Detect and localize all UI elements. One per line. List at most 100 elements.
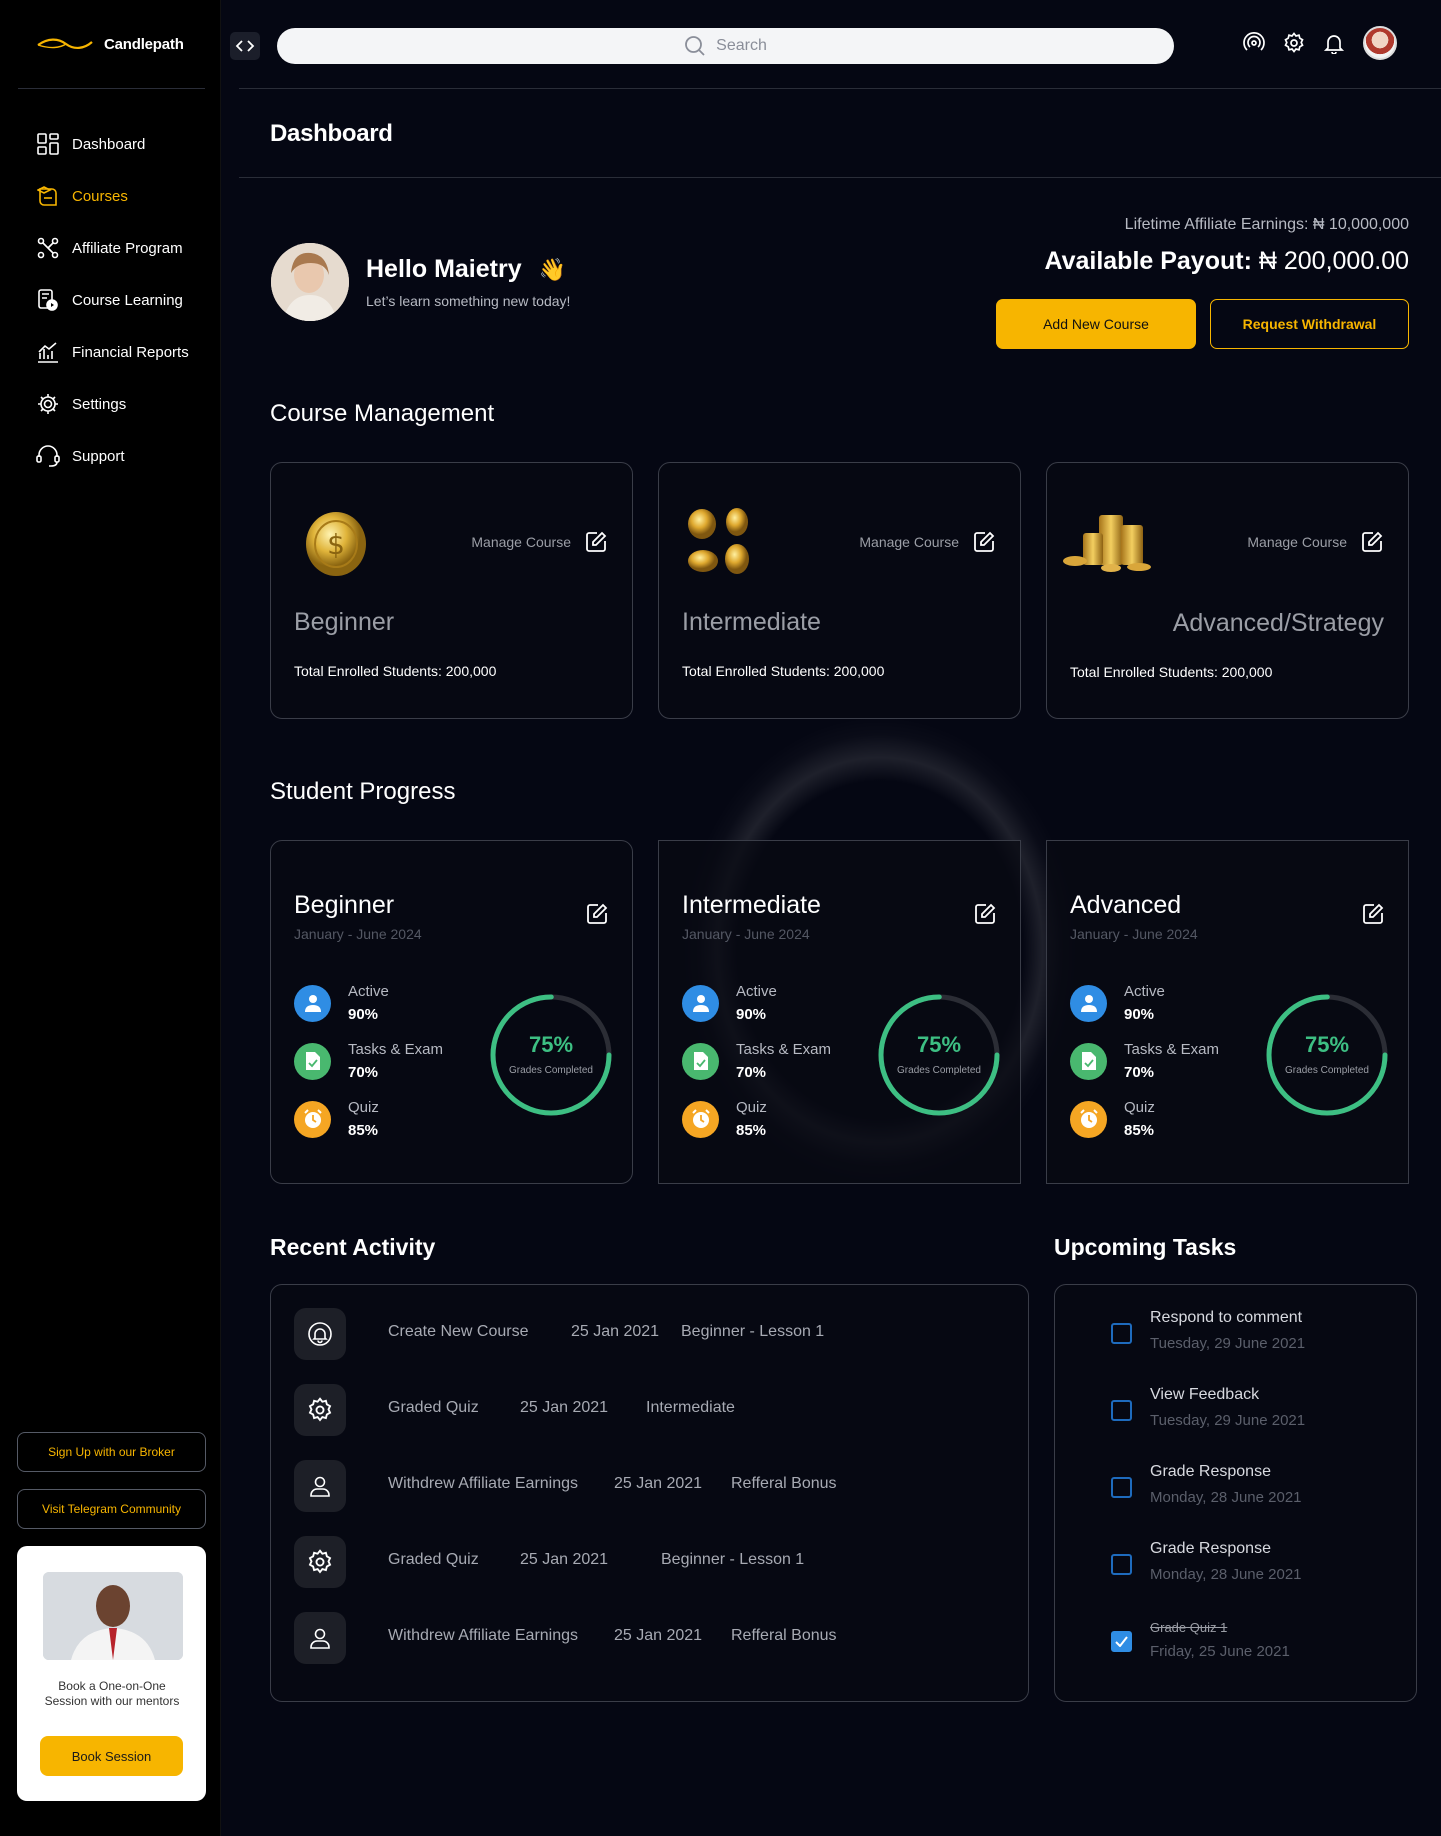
activity-detail: Beginner - Lesson 1: [661, 1551, 805, 1568]
play-doc-icon: [36, 288, 60, 312]
task-name: Grade Quiz 1: [1150, 1620, 1228, 1635]
progress-card-advanced: Advanced January - June 2024 Active 90% Task…: [1046, 840, 1409, 1184]
manage-course-label: Manage Course: [471, 534, 571, 550]
sidebar-item-label: Support: [72, 447, 125, 465]
sidebar-toggle-button[interactable]: [230, 32, 260, 60]
sidebar-item-settings[interactable]: Settings: [36, 378, 206, 430]
sidebar-item-course-learning[interactable]: Course Learning: [36, 274, 206, 326]
manage-course-link[interactable]: Manage Course: [471, 531, 607, 553]
sidebar-item-label: Financial Reports: [72, 343, 189, 361]
stat-value: 90%: [348, 1006, 379, 1023]
task-document-icon: [1070, 1042, 1107, 1080]
stat-value: 70%: [1124, 1064, 1155, 1081]
manage-course-link[interactable]: Manage Course: [1247, 531, 1383, 553]
task-checkbox[interactable]: [1111, 1477, 1132, 1498]
activity-detail: Intermediate: [646, 1399, 735, 1416]
grades-percent: 75%: [528, 1032, 574, 1057]
broker-signup-button[interactable]: Sign Up with our Broker: [17, 1432, 206, 1472]
course-card-intermediate: Manage Course Intermediate Total Enrolle…: [658, 462, 1021, 719]
manage-course-label: Manage Course: [859, 534, 959, 550]
activity-row[interactable]: Create New Course 25 Jan 2021 Beginner - L…: [294, 1308, 1004, 1360]
stat-label: Tasks & Exam: [736, 1041, 832, 1058]
edit-icon[interactable]: [974, 903, 996, 925]
edit-icon[interactable]: [586, 903, 608, 925]
task-name: Respond to comment: [1150, 1309, 1303, 1326]
sidebar-item-financial-reports[interactable]: Financial Reports: [36, 326, 206, 378]
gear-icon: [36, 392, 60, 416]
manage-course-link[interactable]: Manage Course: [859, 531, 995, 553]
task-date: Friday, 25 June 2021: [1150, 1643, 1290, 1660]
task-item: Grade Response Monday, 28 June 2021: [1111, 1463, 1371, 1513]
activity-date: 25 Jan 2021: [520, 1551, 609, 1568]
sidebar-divider: [18, 88, 205, 89]
activity-row[interactable]: Withdrew Affiliate Earnings 25 Jan 2021 Re…: [294, 1612, 1004, 1664]
headset-icon: [36, 444, 60, 468]
stat-label: Quiz: [736, 1099, 767, 1116]
payout-label: Available Payout:: [1044, 247, 1252, 275]
task-checkbox[interactable]: [1111, 1554, 1132, 1575]
task-item: View Feedback Tuesday, 29 June 2021: [1111, 1386, 1371, 1436]
top-divider: [239, 88, 1441, 89]
greeting-subtitle: Let’s learn something new today!: [366, 293, 571, 309]
mentor-text: Book a One-on-One Session with our mento…: [44, 1679, 180, 1708]
sidebar-item-dashboard[interactable]: Dashboard: [36, 118, 206, 170]
add-new-course-button[interactable]: Add New Course: [996, 299, 1196, 349]
telegram-community-button[interactable]: Visit Telegram Community: [17, 1489, 206, 1529]
code-brackets-icon: [235, 40, 255, 52]
course-level: Intermediate: [682, 608, 821, 636]
payout-value: ₦ 200,000.00: [1258, 247, 1409, 275]
task-date: Tuesday, 29 June 2021: [1150, 1412, 1306, 1429]
course-enrolled-students: Total Enrolled Students: 200,000: [682, 663, 885, 679]
stat-label: Active: [348, 983, 389, 1000]
activity-detail: Beginner - Lesson 1: [681, 1323, 825, 1340]
notification-bell-icon[interactable]: [1323, 32, 1345, 54]
activity-row[interactable]: Graded Quiz 25 Jan 2021 Intermediate: [294, 1384, 1004, 1436]
sidebar-item-support[interactable]: Support: [36, 430, 206, 482]
greeting-text: Hello Maietry: [366, 255, 522, 283]
task-checkbox[interactable]: [1111, 1631, 1132, 1652]
sidebar-item-courses[interactable]: Courses: [36, 170, 206, 222]
recent-activity-card: Create New Course 25 Jan 2021 Beginner - L…: [270, 1284, 1029, 1702]
activity-detail: Refferal Bonus: [731, 1627, 837, 1644]
stat-active: Active 90%: [294, 983, 389, 1023]
gear-icon[interactable]: [1283, 32, 1305, 54]
mentor-photo: [43, 1572, 183, 1660]
sidebar-item-affiliate-program[interactable]: Affiliate Program: [36, 222, 206, 274]
stat-value: 70%: [348, 1064, 379, 1081]
edit-icon[interactable]: [1362, 903, 1384, 925]
grades-percent: 75%: [916, 1032, 962, 1057]
gold-coin-stack-icon: [1063, 515, 1151, 572]
upcoming-tasks-card: Respond to comment Tuesday, 29 June 2021 V…: [1054, 1284, 1417, 1702]
progress-card-title: Intermediate: [682, 891, 821, 919]
user-avatar[interactable]: [1363, 26, 1397, 60]
student-progress-title: Student Progress: [270, 778, 456, 805]
request-withdrawal-button[interactable]: Request Withdrawal: [1210, 299, 1409, 349]
chart-icon: [36, 340, 60, 364]
broadcast-icon[interactable]: [1243, 32, 1265, 54]
alarm-clock-icon: [1070, 1100, 1107, 1138]
activity-action: Graded Quiz: [388, 1551, 479, 1568]
activity-row[interactable]: Graded Quiz 25 Jan 2021 Beginner - Lesson …: [294, 1536, 1004, 1588]
task-checkbox[interactable]: [1111, 1323, 1132, 1344]
gear-icon: [294, 1536, 346, 1588]
person-icon: [1070, 984, 1107, 1022]
alarm-clock-icon: [682, 1100, 719, 1138]
activity-date: 25 Jan 2021: [571, 1323, 660, 1340]
greeting-avatar: [271, 243, 349, 321]
activity-action: Withdrew Affiliate Earnings: [388, 1627, 579, 1644]
activity-detail: Refferal Bonus: [731, 1475, 837, 1492]
search-bar[interactable]: Search: [277, 28, 1174, 64]
gear-icon: [294, 1384, 346, 1436]
book-session-button[interactable]: Book Session: [40, 1736, 183, 1776]
task-checkbox[interactable]: [1111, 1400, 1132, 1421]
sidebar-item-label: Courses: [72, 187, 128, 205]
gold-coin-icon: $: [306, 512, 366, 576]
progress-card-title: Advanced: [1070, 891, 1182, 919]
brand[interactable]: Candlepath: [36, 32, 184, 56]
gold-coins-icon: [688, 508, 749, 574]
activity-date: 25 Jan 2021: [614, 1627, 703, 1644]
activity-row[interactable]: Withdrew Affiliate Earnings 25 Jan 2021 Re…: [294, 1460, 1004, 1512]
stat-value: 85%: [736, 1122, 767, 1139]
search-icon: [685, 36, 705, 56]
alarm-clock-icon: [294, 1100, 331, 1138]
